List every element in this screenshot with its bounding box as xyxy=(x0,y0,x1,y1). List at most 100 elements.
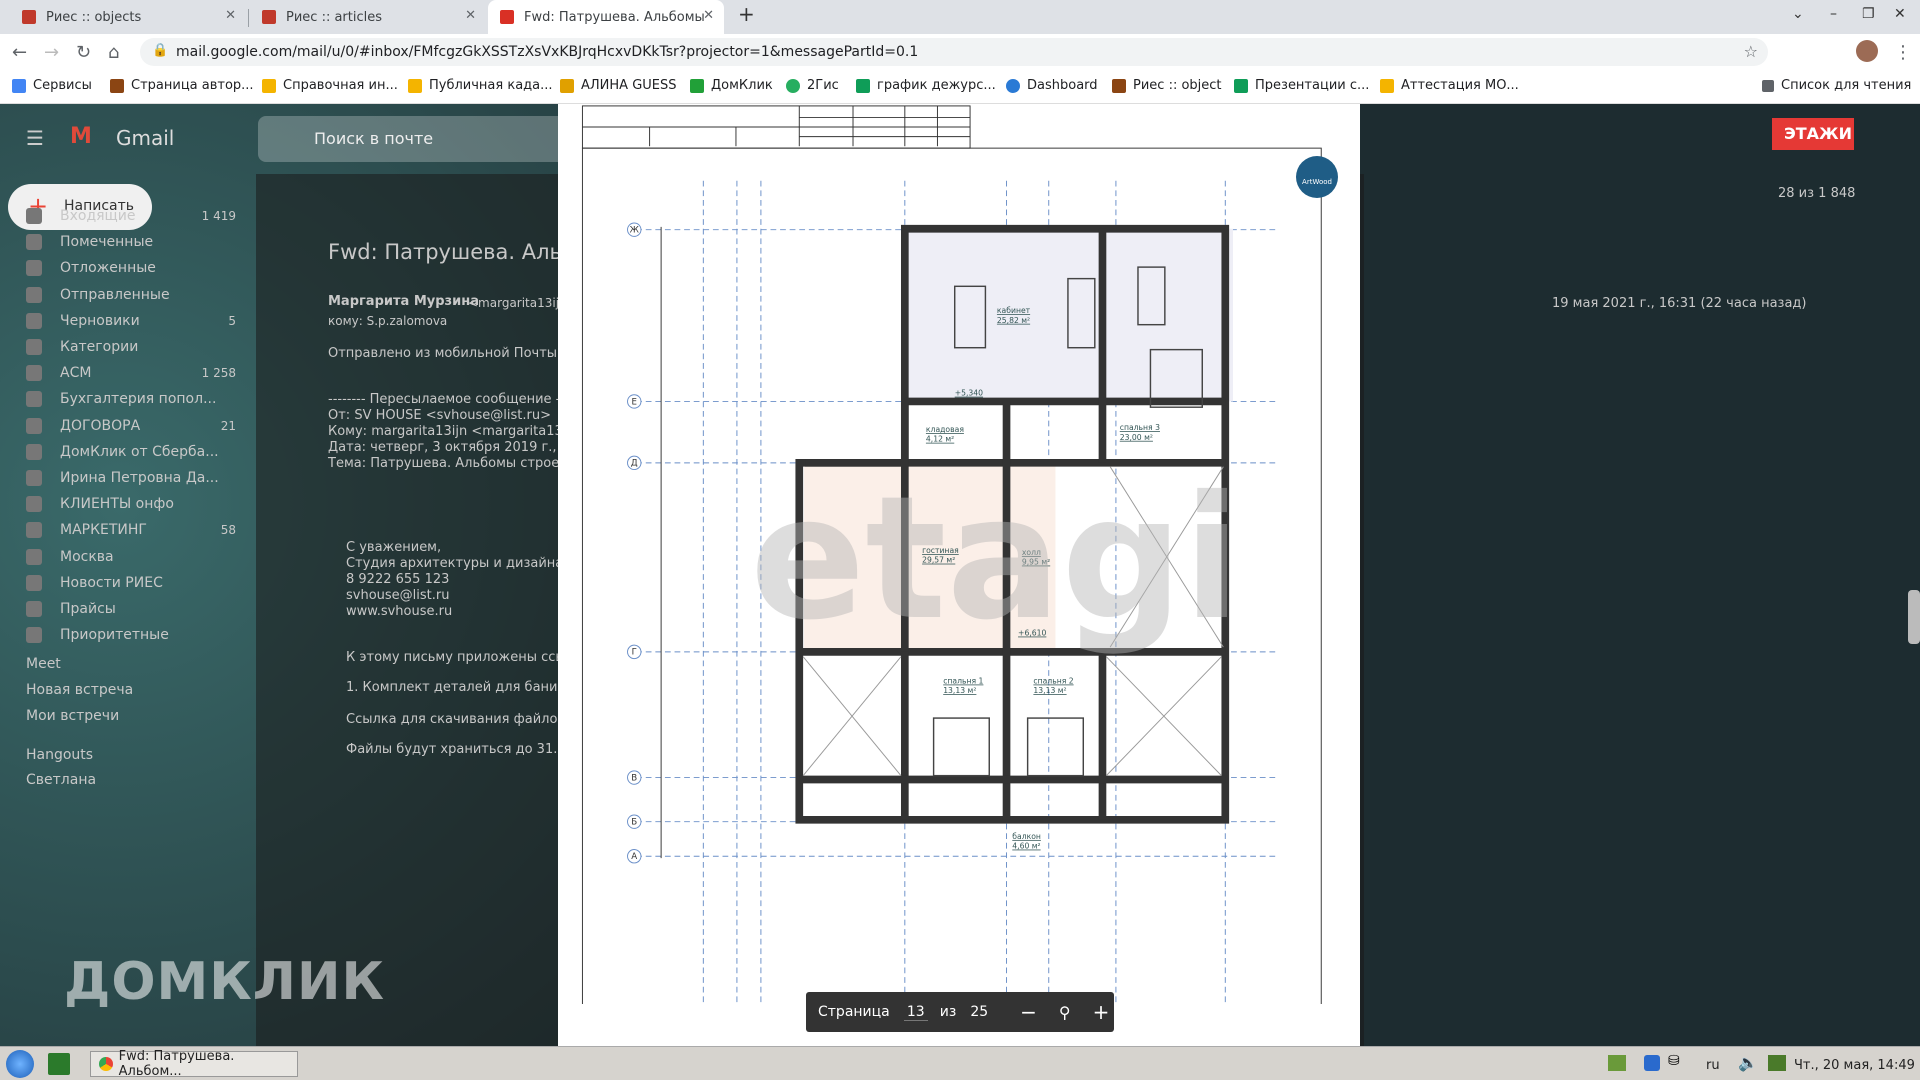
chrome-icon xyxy=(99,1057,113,1071)
sidebar-item[interactable]: ДОГОВОРА 21 xyxy=(26,417,236,434)
sidebar-item[interactable]: Черновики 5 xyxy=(26,312,236,329)
sidebar-item[interactable]: Ирина Петровна Да... xyxy=(26,470,236,486)
bookmark-item[interactable]: Сервисы xyxy=(12,78,92,93)
page-total: 25 xyxy=(970,1004,989,1020)
start-menu-icon[interactable] xyxy=(6,1050,34,1078)
favicon-icon xyxy=(22,10,36,24)
address-bar[interactable]: 🔒 mail.google.com/mail/u/0/#inbox/FMfcgz… xyxy=(140,38,1768,66)
sidebar-item[interactable]: КЛИЕНТЫ онфо xyxy=(26,496,236,513)
zoom-out-icon[interactable]: − xyxy=(1020,1000,1037,1024)
display-icon[interactable] xyxy=(1768,1055,1786,1071)
back-icon[interactable]: ← xyxy=(12,42,27,63)
reading-list[interactable]: Список для чтения xyxy=(1762,78,1911,93)
system-clock: Чт., 20 мая, 14:49 xyxy=(1794,1057,1915,1073)
email-date: 19 мая 2021 г., 16:31 (22 часа назад) xyxy=(1552,296,1807,311)
svg-text:Б: Б xyxy=(631,818,637,828)
bookmark-item[interactable]: график дежурс... xyxy=(856,78,996,93)
sidebar-item[interactable]: Новости РИЕС xyxy=(26,574,236,591)
sidebar-item[interactable]: АСМ 1 258 xyxy=(26,365,236,382)
forward-icon[interactable]: → xyxy=(44,42,59,63)
sidebar-meet-item[interactable]: Meet xyxy=(26,656,236,672)
close-tab-icon[interactable]: ✕ xyxy=(225,8,236,23)
sidebar-item-label: Бухгалтерия попол... xyxy=(60,391,217,408)
tab-search-icon[interactable]: ⌄ xyxy=(1792,6,1804,22)
url-text: mail.google.com/mail/u/0/#inbox/FMfcgzGk… xyxy=(176,44,919,60)
bookmark-item[interactable]: Страница автор... xyxy=(110,78,254,93)
sidebar-item-label: Помеченные xyxy=(60,234,154,251)
zoom-icon[interactable]: ⚲ xyxy=(1059,1003,1071,1022)
close-tab-icon[interactable]: ✕ xyxy=(703,8,714,23)
sidebar-item[interactable]: Отправленные xyxy=(26,286,236,303)
scrollbar-thumb[interactable] xyxy=(1908,590,1920,644)
sidebar-item[interactable]: Приоритетные xyxy=(26,627,236,644)
sidebar-item[interactable]: ДомКлик от Сберба... xyxy=(26,443,236,460)
sender-email: <margarita13ijn xyxy=(468,296,567,310)
page-number-input[interactable]: 13 xyxy=(903,1004,928,1021)
page-navigator: Страница 13 из 25 − ⚲ + xyxy=(806,992,1114,1032)
sidebar-item[interactable]: Бухгалтерия попол... xyxy=(26,391,236,408)
new-tab-icon[interactable]: + xyxy=(738,2,755,26)
sidebar-meet-item[interactable]: Новая встреча xyxy=(26,682,236,698)
room-label-cabinet: кабинет xyxy=(997,306,1031,315)
artwood-logo: ArtWood xyxy=(1296,156,1338,198)
sidebar-item[interactable]: Входящие 1 419 xyxy=(26,208,236,224)
bookmark-item[interactable]: Dashboard xyxy=(1006,78,1098,93)
tab-objects[interactable]: Риес :: objects ✕ xyxy=(10,0,246,34)
close-tab-icon[interactable]: ✕ xyxy=(465,8,476,23)
sidebar-meet-item[interactable]: Мои встречи xyxy=(26,708,236,724)
sidebar-item[interactable]: Отложенные xyxy=(26,260,236,277)
network-icon[interactable]: ⛁ xyxy=(1668,1053,1680,1069)
etagi-watermark: etagi xyxy=(750,460,1242,658)
page-label: Страница xyxy=(818,1004,890,1020)
label-icon xyxy=(26,339,42,355)
sidebar-item[interactable]: Прайсы xyxy=(26,601,236,617)
page-of: из xyxy=(939,1004,957,1020)
svg-text:Ж: Ж xyxy=(630,226,640,236)
bookmark-item[interactable]: 2Гис xyxy=(786,78,839,93)
sidebar-item-label: Входящие xyxy=(60,208,136,224)
email-body-line: 8 9222 655 123 xyxy=(346,572,450,587)
bookmark-item[interactable]: Риес :: object xyxy=(1112,78,1222,93)
label-icon xyxy=(26,391,42,408)
tray-icon[interactable] xyxy=(1608,1055,1626,1071)
calculator-icon[interactable] xyxy=(48,1053,70,1075)
maximize-icon[interactable]: ❐ xyxy=(1862,6,1875,22)
tab-articles[interactable]: Риес :: articles ✕ xyxy=(250,0,486,34)
sidebar-meet-item[interactable]: Hangouts xyxy=(26,747,236,763)
home-icon[interactable]: ⌂ xyxy=(108,42,119,63)
tab-label: Риес :: objects xyxy=(46,9,142,25)
recipient: кому: S.p.zalomova xyxy=(328,314,448,328)
bookmark-item[interactable]: Аттестация МО... xyxy=(1380,78,1519,93)
menu-dots-icon[interactable]: ⋮ xyxy=(1894,42,1912,63)
bookmark-item[interactable]: АЛИНА GUESS xyxy=(560,78,677,93)
sidebar-item[interactable]: Помеченные xyxy=(26,234,236,251)
zoom-in-icon[interactable]: + xyxy=(1093,1000,1110,1024)
volume-icon[interactable]: 🔈 xyxy=(1738,1053,1758,1072)
sidebar-meet-item[interactable]: Светлана xyxy=(26,772,236,788)
profile-avatar[interactable] xyxy=(1856,40,1878,62)
bookmark-item[interactable]: Публичная када... xyxy=(408,78,553,93)
bookmark-item[interactable]: Презентации с... xyxy=(1234,78,1369,93)
email-body-line: К этому письму приложены ссылки xyxy=(346,650,591,665)
sidebar-item[interactable]: МАРКЕТИНГ 58 xyxy=(26,522,236,539)
bookmark-icon xyxy=(560,78,574,93)
language-indicator[interactable]: ru xyxy=(1706,1052,1720,1078)
svg-text:4,60 м²: 4,60 м² xyxy=(1012,842,1040,851)
svg-text:кладовая: кладовая xyxy=(926,425,964,434)
sidebar-item-label: АСМ xyxy=(60,365,92,382)
bookmark-star-icon[interactable]: ☆ xyxy=(1744,42,1758,61)
bookmark-item[interactable]: Справочная ин... xyxy=(262,78,398,93)
email-body-line: От: SV HOUSE <svhouse@list.ru> xyxy=(328,408,551,423)
bookmark-item[interactable]: ДомКлик xyxy=(690,78,773,93)
minimize-icon[interactable]: – xyxy=(1830,6,1837,22)
skype-icon[interactable] xyxy=(1644,1055,1660,1071)
sidebar-item[interactable]: Категории xyxy=(26,339,236,355)
close-window-icon[interactable]: ✕ xyxy=(1894,6,1906,22)
tab-gmail-active[interactable]: Fwd: Патрушева. Альбомы с ✕ xyxy=(488,0,724,34)
reload-icon[interactable]: ↻ xyxy=(76,42,91,63)
tab-divider xyxy=(248,9,249,27)
sidebar-item-label: Прайсы xyxy=(60,601,116,617)
sidebar-item[interactable]: Москва xyxy=(26,548,236,565)
mail-counter: 28 из 1 848 xyxy=(1778,186,1856,201)
taskbar-window-chrome[interactable]: Fwd: Патрушева. Альбом... xyxy=(90,1049,298,1079)
